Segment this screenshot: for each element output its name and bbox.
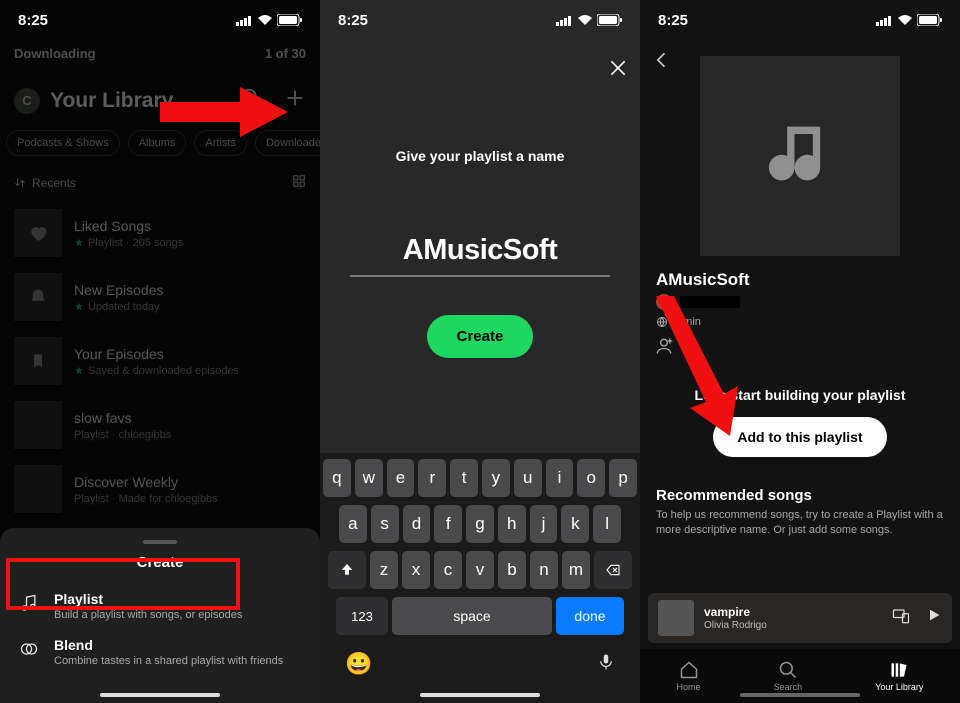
- sort-button[interactable]: Recents: [14, 176, 76, 190]
- callout-arrow-icon: [160, 87, 288, 142]
- key[interactable]: b: [498, 551, 526, 589]
- status-indicators: [876, 14, 942, 26]
- tab-search[interactable]: Search: [774, 660, 803, 692]
- recommended-text: To help us recommend songs, try to creat…: [656, 508, 944, 538]
- status-indicators: [236, 14, 302, 26]
- back-icon[interactable]: [652, 50, 672, 75]
- key[interactable]: k: [561, 505, 589, 543]
- done-key[interactable]: done: [556, 597, 624, 635]
- key[interactable]: s: [371, 505, 399, 543]
- now-playing-title: vampire: [704, 605, 882, 619]
- home-indicator[interactable]: [420, 693, 540, 697]
- key[interactable]: e: [387, 459, 415, 497]
- tab-home[interactable]: Home: [677, 660, 701, 692]
- key[interactable]: i: [546, 459, 574, 497]
- key[interactable]: w: [355, 459, 383, 497]
- key[interactable]: u: [514, 459, 542, 497]
- key[interactable]: m: [562, 551, 590, 589]
- downloading-label: Downloading: [14, 46, 96, 61]
- key[interactable]: q: [323, 459, 351, 497]
- downloading-progress: 1 of 30: [265, 46, 306, 61]
- list-item[interactable]: Discover WeeklyPlaylist · Made for chloe…: [14, 457, 306, 521]
- key[interactable]: f: [434, 505, 462, 543]
- recommended-heading: Recommended songs: [656, 487, 944, 504]
- mic-key[interactable]: [597, 651, 615, 679]
- name-prompt: Give your playlist a name: [320, 148, 640, 164]
- key[interactable]: p: [609, 459, 637, 497]
- profile-avatar[interactable]: C: [14, 88, 40, 114]
- key[interactable]: x: [402, 551, 430, 589]
- now-playing-art: [658, 600, 694, 636]
- key[interactable]: z: [370, 551, 398, 589]
- play-icon[interactable]: [926, 607, 942, 630]
- key[interactable]: l: [593, 505, 621, 543]
- new-episodes-art: [14, 273, 62, 321]
- key[interactable]: y: [482, 459, 510, 497]
- space-key[interactable]: space: [392, 597, 552, 635]
- status-time: 8:25: [658, 12, 688, 29]
- status-time: 8:25: [338, 12, 368, 29]
- liked-songs-art: [14, 209, 62, 257]
- home-indicator[interactable]: [100, 693, 220, 697]
- sheet-row-blend[interactable]: BlendCombine tastes in a shared playlist…: [16, 629, 304, 675]
- playlist-name-input[interactable]: AMusicSoft: [350, 234, 610, 267]
- key[interactable]: t: [450, 459, 478, 497]
- blend-icon: [18, 637, 40, 659]
- key[interactable]: n: [530, 551, 558, 589]
- sort-label: Recents: [32, 176, 76, 190]
- key[interactable]: r: [418, 459, 446, 497]
- key[interactable]: v: [466, 551, 494, 589]
- grid-toggle-icon[interactable]: [292, 174, 306, 191]
- keyboard[interactable]: qwertyuiop asdfghjkl zxcvbnm 123 space d…: [320, 453, 640, 703]
- chip-podcasts[interactable]: Podcasts & Shows: [6, 130, 120, 156]
- sheet-title: Create: [16, 554, 304, 571]
- key[interactable]: o: [577, 459, 605, 497]
- screenshot-playlist: 8:25 AMusicSoft 0 min Let's start buildi…: [640, 0, 960, 703]
- create-button[interactable]: Create: [427, 315, 534, 358]
- numeric-key[interactable]: 123: [336, 597, 388, 635]
- key[interactable]: g: [466, 505, 494, 543]
- shift-key[interactable]: [328, 551, 366, 589]
- list-item[interactable]: New EpisodesUpdated today: [14, 265, 306, 329]
- downloading-row: Downloading 1 of 30: [0, 38, 320, 69]
- callout-arrow-icon: [656, 296, 746, 451]
- status-bar: 8:25: [0, 0, 320, 36]
- list-item[interactable]: slow favsPlaylist · chloegibbs: [14, 393, 306, 457]
- status-bar: 8:25: [320, 0, 640, 36]
- screenshot-name-playlist: 8:25 Give your playlist a name AMusicSof…: [320, 0, 640, 703]
- key[interactable]: h: [498, 505, 526, 543]
- sheet-row-playlist[interactable]: PlaylistBuild a playlist with songs, or …: [16, 583, 304, 629]
- key[interactable]: j: [530, 505, 558, 543]
- sheet-grabber[interactable]: [143, 540, 177, 544]
- create-sheet: Create PlaylistBuild a playlist with son…: [0, 528, 320, 703]
- status-time: 8:25: [18, 12, 48, 29]
- now-playing-bar[interactable]: vampireOlivia Rodrigo: [648, 593, 952, 643]
- key[interactable]: c: [434, 551, 462, 589]
- list-item[interactable]: Liked SongsPlaylist · 205 songs: [14, 201, 306, 265]
- status-indicators: [556, 14, 622, 26]
- home-indicator[interactable]: [740, 693, 860, 697]
- tab-library[interactable]: Your Library: [875, 660, 923, 692]
- key[interactable]: a: [339, 505, 367, 543]
- your-episodes-art: [14, 337, 62, 385]
- connect-device-icon[interactable]: [892, 607, 910, 630]
- backspace-key[interactable]: [594, 551, 632, 589]
- emoji-key[interactable]: 😀: [345, 651, 372, 679]
- status-bar: 8:25: [640, 0, 960, 36]
- now-playing-artist: Olivia Rodrigo: [704, 620, 882, 631]
- list-item[interactable]: Your EpisodesSaved & downloaded episodes: [14, 329, 306, 393]
- music-note-icon: [18, 591, 40, 613]
- playlist-title: AMusicSoft: [656, 270, 960, 290]
- key[interactable]: d: [403, 505, 431, 543]
- playlist-cover[interactable]: [700, 56, 900, 256]
- close-icon[interactable]: [608, 58, 628, 83]
- screenshot-library: 8:25 Downloading 1 of 30 C Your Library: [0, 0, 320, 703]
